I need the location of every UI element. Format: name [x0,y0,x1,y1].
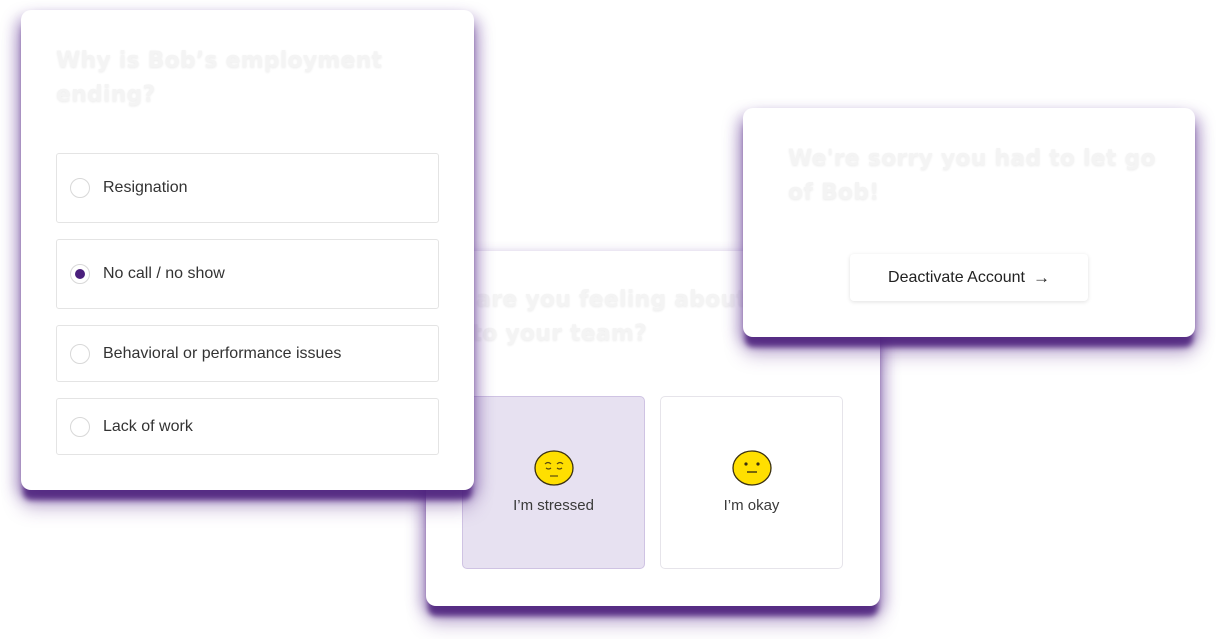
reason-option-no-call-no-show[interactable]: No call / no show [56,239,439,309]
mood-label: I’m okay [723,497,780,514]
reason-heading: Why is Bob’s employment ending? [56,48,383,107]
radio-button[interactable] [70,178,90,198]
reason-option-behavioral[interactable]: Behavioral or performance issues [56,325,439,382]
radio-button[interactable] [70,343,90,364]
pensive-face-icon [533,450,574,486]
reason-card: Why is Bob’s employment ending? Resignat… [21,10,474,490]
arrow-right-icon: → [1032,267,1050,287]
reason-label: Behavioral or performance issues [103,344,342,362]
deactivate-account-button[interactable]: Deactivate Account → [850,254,1088,301]
mood-label: I’m stressed [513,497,594,514]
radio-button[interactable] [70,416,90,437]
confirmation-card: We're sorry you had to let go of Bob! De… [743,108,1195,337]
stage: How are you feeling about this loss to y… [0,0,1216,639]
reason-option-lack-of-work[interactable]: Lack of work [56,398,439,455]
radio-button-checked[interactable] [70,264,90,284]
deactivate-button-label: Deactivate Account [888,268,1025,286]
reason-option-resignation[interactable]: Resignation [56,153,439,223]
reason-label: No call / no show [103,265,225,282]
mood-option-stressed[interactable]: I’m stressed [462,396,645,569]
mood-option-okay[interactable]: I’m okay [660,396,843,569]
confirmation-heading: We're sorry you had to let go of Bob! [788,146,1156,205]
reason-label: Resignation [103,179,188,196]
neutral-face-icon [731,450,772,486]
reason-label: Lack of work [103,417,193,435]
